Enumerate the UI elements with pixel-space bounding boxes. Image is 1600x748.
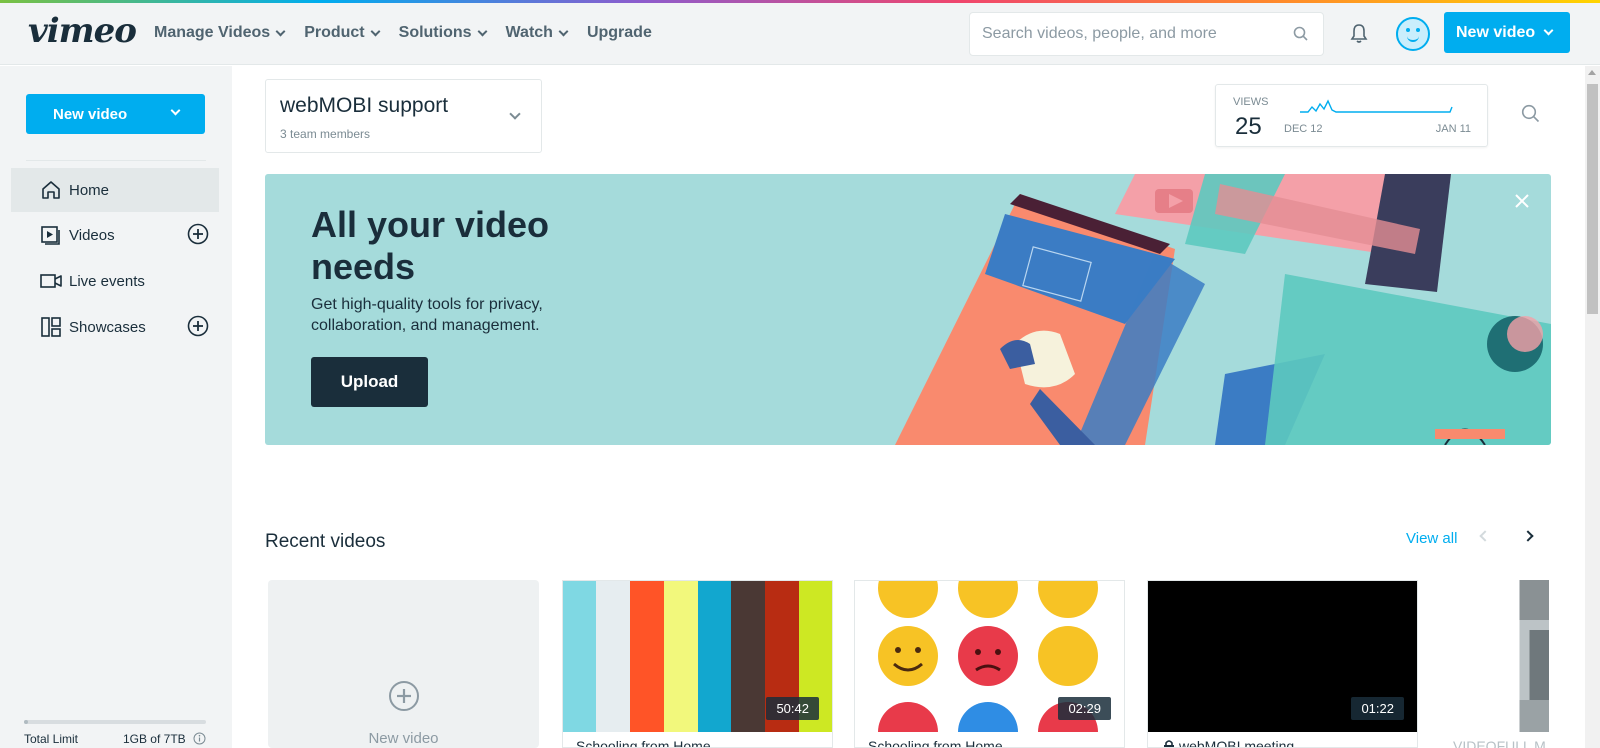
video-title: Schooling from Home: [576, 738, 711, 748]
banner-illustration: [895, 174, 1551, 445]
video-card[interactable]: 01:22 webMOBI meeting: [1147, 580, 1418, 748]
video-title: VIDEOFULL M: [1453, 738, 1546, 748]
chevron-down-icon: [509, 108, 521, 120]
promo-banner: All your video needs Get high-quality to…: [265, 174, 1551, 445]
info-icon[interactable]: [193, 732, 206, 745]
new-video-label: New video: [53, 105, 128, 123]
close-icon[interactable]: [1515, 194, 1529, 208]
nav-product[interactable]: Product: [304, 24, 381, 42]
main-menu: Manage Videos Product Solutions Watch Up…: [154, 24, 652, 42]
chevron-down-icon: [477, 26, 487, 36]
chevron-down-icon: [275, 26, 286, 36]
scroll-up-arrow[interactable]: [1588, 70, 1596, 75]
storage-value: 1GB of 7TB: [122, 732, 186, 746]
nav-label: Product: [304, 24, 365, 41]
recent-videos-title: Recent videos: [265, 531, 386, 552]
nav-upgrade[interactable]: Upgrade: [587, 24, 652, 42]
video-duration: 50:42: [766, 697, 819, 720]
new-video-button[interactable]: New video: [1444, 12, 1570, 53]
storage-progress-fill: [24, 720, 28, 724]
sidebar-item-label: Showcases: [69, 318, 146, 336]
video-card[interactable]: 02:29 Schooling from Home: [854, 580, 1125, 748]
storage-value-wrap: 1GB of 7TB: [123, 732, 206, 746]
search-box: [969, 12, 1324, 56]
storage-progress-bar: [24, 720, 206, 724]
sidebar-new-video-button[interactable]: New video: [26, 94, 205, 134]
search-input[interactable]: [970, 13, 1270, 55]
views-stats-card[interactable]: VIEWS 25 DEC 12 JAN 11: [1215, 84, 1488, 147]
sidebar: New video Home Videos Live events Showca…: [0, 66, 232, 748]
add-showcase-icon[interactable]: [187, 315, 209, 337]
views-count: 25: [1235, 113, 1262, 140]
new-video-card-label: New video: [368, 730, 439, 747]
team-member-count: 3 team members: [280, 127, 371, 141]
nav-solutions[interactable]: Solutions: [398, 24, 487, 42]
divider: [26, 160, 206, 161]
nav-label: Manage Videos: [154, 24, 271, 41]
team-name: webMOBI support: [280, 94, 449, 117]
video-title-row: webMOBI meeting: [1163, 738, 1294, 748]
chevron-right-icon[interactable]: [1522, 530, 1534, 542]
storage-info: Total Limit 1GB of 7TB: [24, 732, 206, 746]
sidebar-item-showcases[interactable]: Showcases: [11, 305, 219, 349]
new-video-card[interactable]: New video: [268, 580, 539, 748]
vimeo-logo[interactable]: vimeo: [28, 11, 137, 51]
search-icon[interactable]: [1521, 104, 1540, 123]
nav-label: Solutions: [398, 24, 472, 41]
user-avatar[interactable]: [1396, 17, 1430, 51]
sidebar-item-home[interactable]: Home: [11, 168, 219, 212]
sidebar-item-label: Home: [69, 181, 110, 199]
video-duration: 01:22: [1351, 697, 1404, 720]
upload-button[interactable]: Upload: [311, 357, 428, 407]
video-title: Schooling from Home: [868, 738, 1003, 748]
search-icon[interactable]: [1293, 26, 1309, 42]
add-video-icon[interactable]: [187, 223, 209, 245]
page-scrollbar[interactable]: [1585, 66, 1600, 748]
video-card[interactable]: VIDEOFULL M: [1439, 580, 1549, 748]
nav-watch[interactable]: Watch: [505, 24, 569, 42]
video-duration: 02:29: [1058, 697, 1111, 720]
storage-label: Total Limit: [24, 732, 79, 746]
video-card[interactable]: 50:42 Schooling from Home: [562, 580, 833, 748]
team-selector[interactable]: webMOBI support 3 team members: [265, 79, 542, 153]
video-thumbnail: [1519, 580, 1549, 732]
lock-icon: [1164, 740, 1174, 748]
sidebar-item-label: Live events: [69, 272, 145, 290]
new-video-label: New video: [1456, 23, 1536, 41]
sidebar-item-label: Videos: [69, 226, 115, 244]
banner-subtitle: Get high-quality tools for privacy, coll…: [311, 296, 543, 334]
add-icon: [389, 681, 419, 711]
sidebar-item-videos[interactable]: Videos: [11, 213, 219, 257]
views-sparkline: [1300, 99, 1453, 113]
videos-icon: [39, 223, 63, 247]
camera-icon: [39, 269, 63, 293]
views-label: VIEWS: [1233, 96, 1269, 108]
nav-manage-videos[interactable]: Manage Videos: [154, 24, 286, 42]
nav-label: Upgrade: [586, 24, 652, 41]
views-end-date: JAN 11: [1435, 123, 1471, 135]
chevron-left-icon[interactable]: [1479, 530, 1491, 542]
chevron-down-icon: [558, 26, 569, 36]
views-start-date: DEC 12: [1284, 123, 1323, 135]
notification-bell-icon[interactable]: [1350, 23, 1368, 44]
nav-label: Watch: [505, 24, 553, 41]
video-title: webMOBI meeting: [1179, 738, 1295, 748]
scrollbar-thumb[interactable]: [1587, 84, 1598, 314]
banner-title: All your video needs: [311, 204, 550, 287]
view-all-link[interactable]: View all: [1406, 530, 1457, 547]
top-navigation: vimeo Manage Videos Product Solutions Wa…: [0, 3, 1600, 65]
showcases-icon: [39, 315, 63, 339]
home-icon: [39, 178, 63, 202]
chevron-down-icon: [170, 105, 181, 116]
sidebar-item-live-events[interactable]: Live events: [11, 259, 219, 303]
chevron-down-icon: [370, 26, 381, 36]
chevron-down-icon: [1543, 25, 1554, 36]
